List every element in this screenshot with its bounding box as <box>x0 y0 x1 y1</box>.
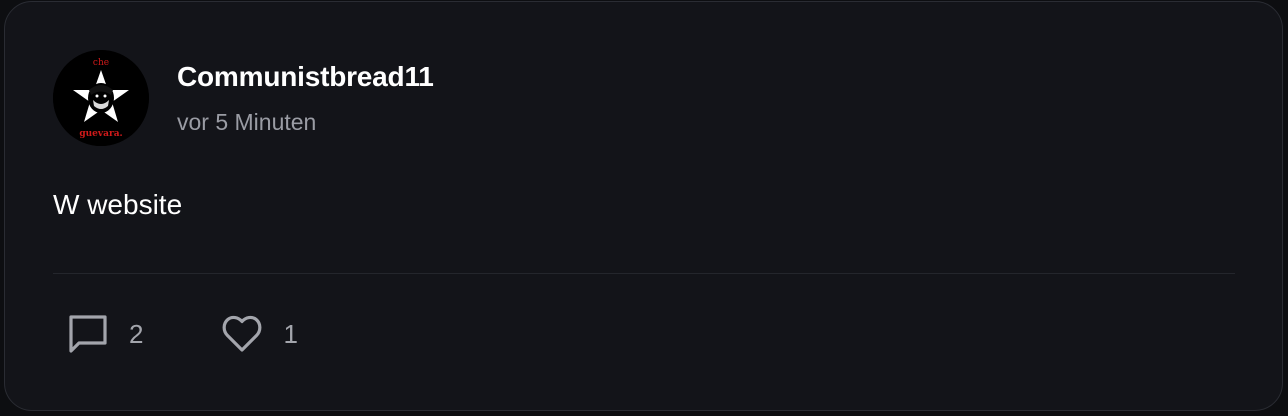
user-meta: Communistbread11 vor 5 Minuten <box>177 60 434 136</box>
avatar-text-top: che <box>93 58 109 68</box>
comment-count: 2 <box>129 319 144 349</box>
che-guevara-avatar-icon: che guevara. <box>53 50 149 146</box>
post-body: W website <box>53 189 183 220</box>
post-card: che guevara. Communistbread11 vor 5 Minu… <box>4 1 1283 411</box>
like-count: 1 <box>283 319 298 349</box>
post-actions: 2 1 <box>63 308 298 360</box>
username[interactable]: Communistbread11 <box>177 60 434 94</box>
like-button[interactable]: 1 <box>217 309 298 359</box>
comment-button[interactable]: 2 <box>63 309 143 359</box>
comment-icon <box>63 309 113 359</box>
divider <box>53 273 1235 274</box>
post-header: che guevara. Communistbread11 vor 5 Minu… <box>53 50 434 146</box>
avatar[interactable]: che guevara. <box>53 50 149 146</box>
timestamp: vor 5 Minuten <box>177 109 317 135</box>
heart-icon <box>217 309 267 359</box>
avatar-text-bottom: guevara. <box>79 129 122 139</box>
